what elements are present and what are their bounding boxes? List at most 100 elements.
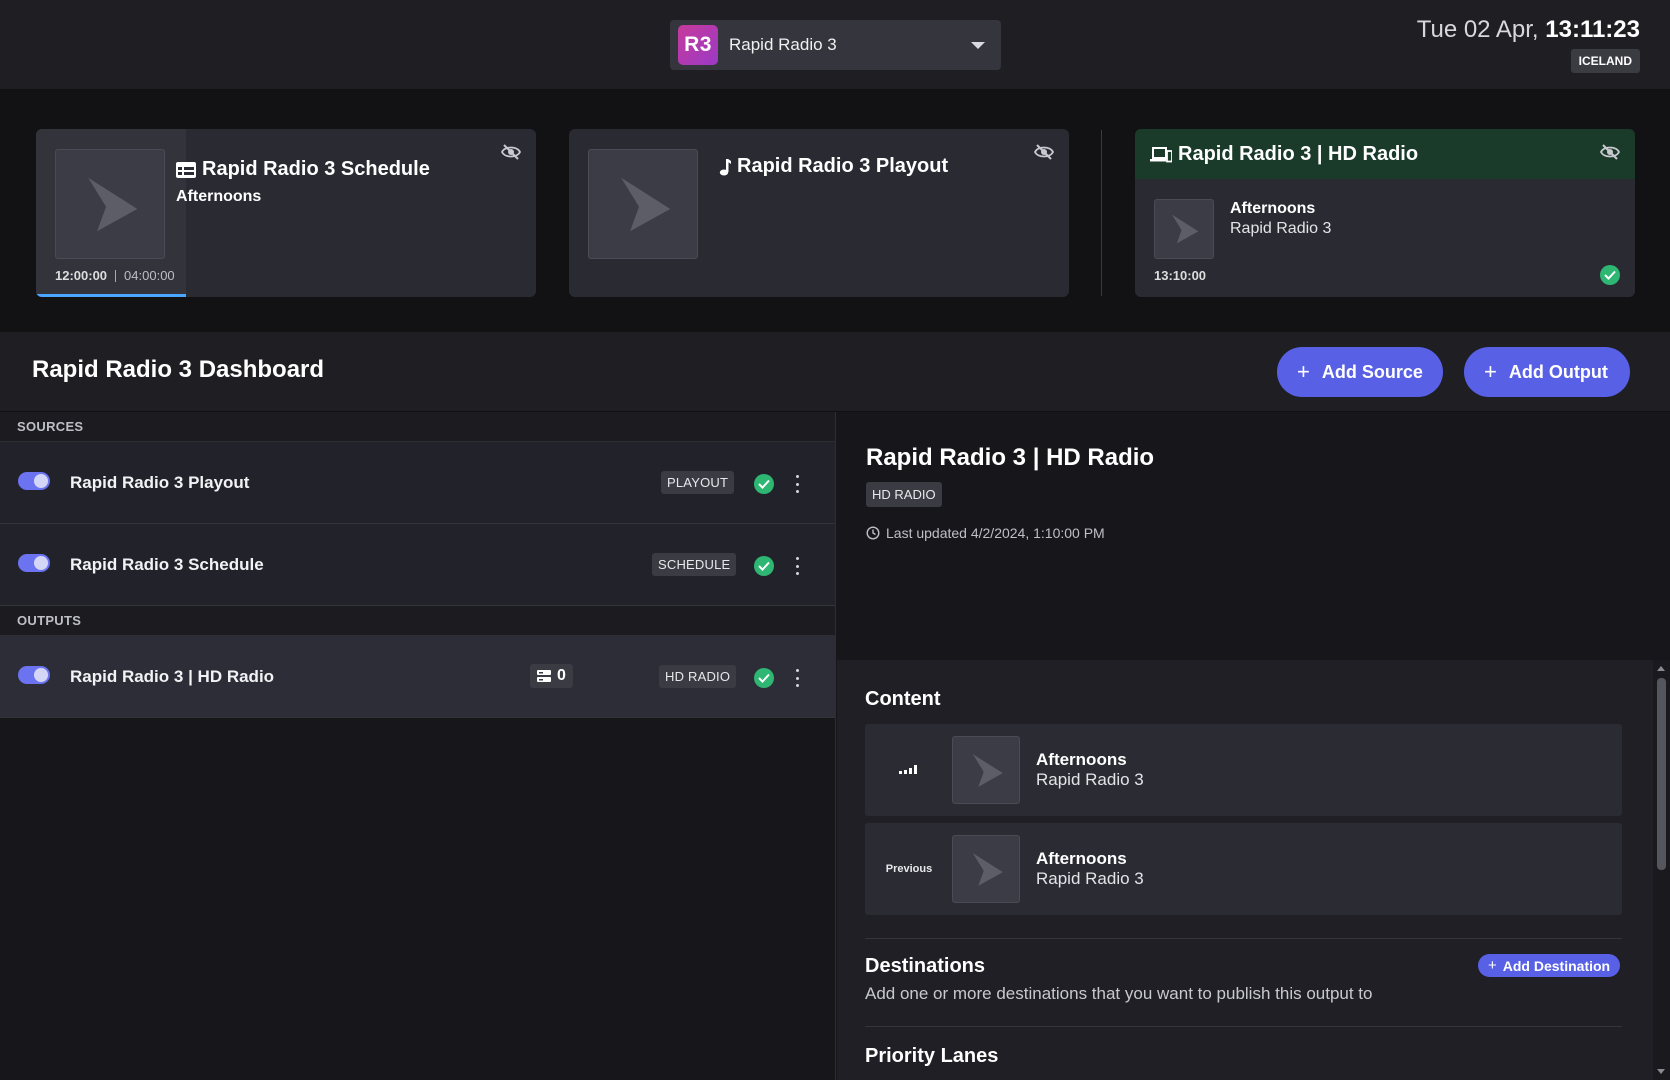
source-type-badge: SCHEDULE [652,553,737,576]
add-output-button[interactable]: + Add Output [1464,347,1630,397]
clock-icon [866,526,880,540]
destinations-description: Add one or more destinations that you wa… [865,984,1373,1003]
hd-radio-line-2: Rapid Radio 3 [1230,220,1332,237]
hd-radio-card-title-text: Rapid Radio 3 | HD Radio [1178,143,1419,165]
source-row-playout[interactable]: Rapid Radio 3 Playout PLAYOUT [0,442,835,524]
content-item-line-1: Afternoons [1036,849,1127,868]
content-heading: Content [865,688,941,710]
detail-title: Rapid Radio 3 | HD Radio [866,444,1155,471]
scroll-up-icon[interactable] [1657,666,1665,671]
divider [115,269,117,282]
source-name: Rapid Radio 3 Schedule [70,555,264,574]
output-detail-body: Content Afternoons Rapid Radio 3 Previou… [837,660,1653,1080]
enable-toggle[interactable] [18,554,50,572]
clock-date: Tue 02 Apr, [1416,16,1539,43]
source-name: Rapid Radio 3 Playout [70,473,250,492]
content-item-line-2: Rapid Radio 3 [1036,869,1144,888]
output-name: Rapid Radio 3 | HD Radio [70,667,275,686]
priority-lanes-heading: Priority Lanes [865,1045,999,1067]
add-output-label: Add Output [1508,361,1608,382]
schedule-card[interactable]: Rapid Radio 3 Schedule Afternoons 12:00:… [36,129,536,297]
playout-card-title-text: Rapid Radio 3 Playout [737,155,949,177]
eye-off-icon[interactable] [1600,143,1620,161]
page-title: Rapid Radio 3 Dashboard [32,356,325,383]
output-detail-header: Rapid Radio 3 | HD Radio HD RADIO Last u… [837,412,1670,660]
check-circle-icon [754,668,774,688]
devices-icon [1150,146,1172,163]
content-item-text: Afternoons Rapid Radio 3 [1036,750,1144,790]
content-item-line-1: Afternoons [1036,750,1127,769]
eye-off-icon[interactable] [1034,143,1054,161]
add-source-button[interactable]: + Add Source [1277,347,1443,397]
detail-type-badge: HD RADIO [866,482,942,507]
playout-card-title: Rapid Radio 3 Playout [719,155,948,178]
scrollbar-thumb[interactable] [1657,678,1666,870]
divider [865,938,1622,939]
play-logo-icon [1154,199,1214,259]
schedule-times: 12:00:00 04:00:00 [55,268,175,283]
schedule-duration: 04:00:00 [124,268,175,283]
now-playing-strip: Rapid Radio 3 Schedule Afternoons 12:00:… [0,90,1670,332]
play-logo-icon [952,736,1020,804]
destinations-heading: Destinations [865,955,986,977]
plus-icon: + [1484,359,1497,384]
content-item-text: Afternoons Rapid Radio 3 [1036,849,1144,889]
more-options-icon[interactable] [794,475,800,493]
source-type-badge: PLAYOUT [661,471,735,494]
add-destination-label: Add Destination [1502,957,1611,974]
server-icon [537,670,551,682]
play-logo-icon [55,149,165,259]
sources-outputs-list: SOURCES Rapid Radio 3 Playout PLAYOUT Ra… [0,412,836,1080]
signal-bars-icon [865,724,953,816]
schedule-card-title-text: Rapid Radio 3 Schedule [202,158,430,180]
last-updated: Last updated 4/2/2024, 1:10:00 PM [866,525,1105,541]
station-selector[interactable]: R3 Rapid Radio 3 [670,20,1001,70]
content-item-line-2: Rapid Radio 3 [1036,770,1144,789]
more-options-icon[interactable] [794,669,800,687]
station-logo: R3 [678,25,718,65]
hd-radio-now-playing: Afternoons Rapid Radio 3 [1230,199,1331,239]
dashboard-header: Rapid Radio 3 Dashboard + Add Source + A… [0,332,1670,412]
top-bar: R3 Rapid Radio 3 Tue 02 Apr, 13:11:23 IC… [0,0,1670,90]
destinations-count-value: 0 [557,667,566,684]
hd-radio-card-title: Rapid Radio 3 | HD Radio [1150,143,1418,166]
scroll-down-icon[interactable] [1657,1069,1665,1074]
content-item-previous[interactable]: Previous Afternoons Rapid Radio 3 [865,823,1622,915]
sources-section-label: SOURCES [0,412,835,442]
station-name: Rapid Radio 3 [729,35,837,54]
region-badge: ICELAND [1570,49,1640,73]
more-options-icon[interactable] [794,557,800,575]
hd-radio-line-1: Afternoons [1230,200,1316,217]
plus-icon: + [1297,359,1310,384]
check-circle-icon [754,474,774,494]
schedule-card-title: Rapid Radio 3 Schedule [176,158,430,181]
hd-radio-card[interactable]: Rapid Radio 3 | HD Radio Afternoons Rapi… [1135,129,1635,297]
eye-off-icon[interactable] [501,143,521,161]
play-logo-icon [952,835,1020,903]
check-circle-icon [1600,265,1620,285]
clock: Tue 02 Apr, 13:11:23 [1417,16,1640,44]
add-destination-button[interactable]: + Add Destination [1478,954,1621,977]
detail-scrollbar[interactable] [1653,660,1670,1080]
enable-toggle[interactable] [18,472,50,490]
schedule-icon [176,161,196,178]
plus-icon: + [1488,957,1497,974]
clock-time: 13:11:23 [1545,16,1640,43]
playout-card[interactable]: Rapid Radio 3 Playout [569,129,1069,297]
outputs-section-label: OUTPUTS [0,606,835,636]
divider [1101,130,1102,296]
content-item-current[interactable]: Afternoons Rapid Radio 3 [865,724,1622,816]
hd-radio-time: 13:10:00 [1154,268,1207,283]
content-item-label: Previous [885,863,933,875]
source-row-schedule[interactable]: Rapid Radio 3 Schedule SCHEDULE [0,524,835,606]
schedule-card-subtitle: Afternoons [176,188,262,205]
chevron-down-icon [971,41,985,49]
last-updated-text: Last updated 4/2/2024, 1:10:00 PM [886,525,1105,541]
schedule-start-time: 12:00:00 [55,268,108,283]
music-note-icon [719,158,731,176]
output-type-badge: HD RADIO [659,665,737,688]
output-row-hd-radio[interactable]: Rapid Radio 3 | HD Radio 0 HD RADIO [0,636,835,718]
check-circle-icon [754,556,774,576]
add-source-label: Add Source [1321,361,1423,382]
enable-toggle[interactable] [18,666,50,684]
